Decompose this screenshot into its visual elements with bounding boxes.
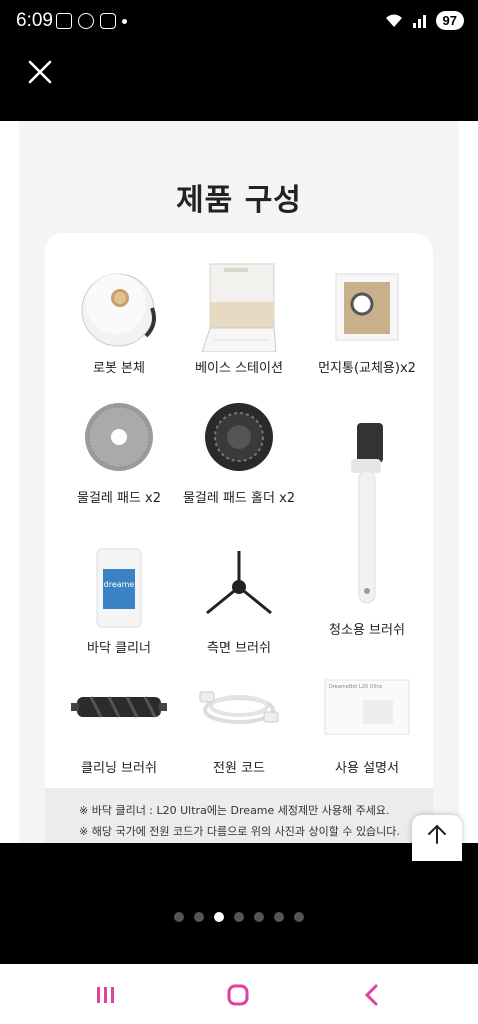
component-label: 먼지통(교체용)x2 bbox=[318, 361, 416, 376]
robot-body-image bbox=[81, 273, 156, 347]
close-icon bbox=[28, 60, 52, 84]
arrow-up-icon bbox=[428, 824, 446, 844]
carousel-dot[interactable] bbox=[254, 912, 264, 922]
component-item: 전원 코드 bbox=[179, 663, 299, 776]
home-icon bbox=[227, 984, 249, 1006]
floor-cleaner-image: dreame bbox=[96, 548, 142, 628]
carousel-dot[interactable] bbox=[214, 912, 224, 922]
carousel-dot[interactable] bbox=[274, 912, 284, 922]
system-navigation-bar bbox=[0, 964, 478, 1024]
component-label: 전원 코드 bbox=[213, 761, 265, 776]
status-time: 6:09 bbox=[16, 10, 53, 31]
carousel-dot[interactable] bbox=[194, 912, 204, 922]
recent-apps-button[interactable] bbox=[86, 980, 126, 1010]
component-item: 베이스 스테이션 bbox=[179, 263, 299, 376]
signal-icon bbox=[412, 14, 426, 28]
back-button[interactable] bbox=[352, 980, 392, 1010]
system-icons: 97 bbox=[384, 11, 464, 30]
page-title: 제품 구성 bbox=[176, 183, 302, 218]
component-label: 베이스 스테이션 bbox=[195, 361, 283, 376]
component-item: DreameBot L20 Ultra 사용 설명서 bbox=[307, 663, 427, 776]
manual-image: DreameBot L20 Ultra bbox=[324, 679, 410, 735]
component-label: 바닥 클리너 bbox=[87, 641, 151, 656]
component-item: 물걸레 패드 홀더 x2 bbox=[179, 393, 299, 506]
notes-box: ※ 바닥 클리너 : L20 Ultra에는 Dreame 세정제만 사용해 주… bbox=[45, 788, 433, 843]
product-composition-panel: 제품 구성 로봇 본체 베이스 스테이션 먼지통(교체용)x2 물걸레 패드 x… bbox=[19, 121, 459, 843]
component-label: 클리닝 브러쉬 bbox=[81, 761, 157, 776]
wifi-icon bbox=[385, 14, 402, 27]
manual-cover-text: DreameBot L20 Ultra bbox=[329, 684, 382, 690]
side-brush-image bbox=[206, 551, 272, 615]
battery-indicator: 97 bbox=[435, 11, 464, 30]
component-item: 청소용 브러쉬 bbox=[307, 423, 427, 638]
carousel-dot[interactable] bbox=[234, 912, 244, 922]
component-label: 사용 설명서 bbox=[335, 761, 399, 776]
component-item: dreame 바닥 클리너 bbox=[59, 543, 179, 656]
carousel-dot[interactable] bbox=[294, 912, 304, 922]
component-item: 물걸레 패드 x2 bbox=[59, 393, 179, 506]
scroll-to-top-button[interactable] bbox=[412, 815, 462, 861]
home-button[interactable] bbox=[218, 980, 258, 1010]
status-bar: 6:09 97 bbox=[0, 0, 478, 44]
component-item: 먼지통(교체용)x2 bbox=[307, 263, 427, 376]
base-station-image bbox=[201, 263, 277, 352]
close-button[interactable] bbox=[24, 56, 56, 88]
component-label: 로봇 본체 bbox=[93, 361, 145, 376]
carousel-indicator bbox=[0, 912, 478, 922]
component-label: 물걸레 패드 x2 bbox=[76, 491, 162, 506]
component-label: 청소용 브러쉬 bbox=[329, 623, 405, 638]
mop-pad-image bbox=[85, 403, 153, 471]
cleaning-brush-image bbox=[351, 423, 383, 604]
more-notifications-icon bbox=[122, 18, 127, 24]
roller-brush-image bbox=[71, 696, 167, 718]
components-card: 로봇 본체 베이스 스테이션 먼지통(교체용)x2 물걸레 패드 x2 물걸레 … bbox=[45, 233, 433, 843]
note-line: ※ 해당 국가에 전원 코드가 다름으로 위의 사진과 상이할 수 있습니다. bbox=[79, 825, 400, 838]
component-label: 측면 브러쉬 bbox=[207, 641, 271, 656]
component-item: 측면 브러쉬 bbox=[179, 543, 299, 656]
component-item: 클리닝 브러쉬 bbox=[59, 663, 179, 776]
power-cord-image bbox=[199, 691, 279, 724]
cleaner-bottle-text: dreame bbox=[104, 580, 135, 589]
app-notification-icon bbox=[78, 13, 94, 29]
image-viewer-content: 제품 구성 로봇 본체 베이스 스테이션 먼지통(교체용)x2 물걸레 패드 x… bbox=[0, 121, 478, 843]
dust-bag-image bbox=[335, 273, 399, 341]
mop-holder-image bbox=[205, 403, 273, 471]
screenshot-icon bbox=[56, 13, 72, 29]
back-icon bbox=[364, 984, 378, 1006]
recent-apps-icon bbox=[97, 987, 114, 1003]
component-label: 물걸레 패드 홀더 x2 bbox=[182, 491, 296, 506]
component-item: 로봇 본체 bbox=[59, 263, 179, 376]
app-notification-icon bbox=[100, 13, 116, 29]
carousel-dot[interactable] bbox=[174, 912, 184, 922]
note-line: ※ 바닥 클리너 : L20 Ultra에는 Dreame 세정제만 사용해 주… bbox=[79, 804, 390, 817]
notification-icons bbox=[56, 13, 127, 29]
